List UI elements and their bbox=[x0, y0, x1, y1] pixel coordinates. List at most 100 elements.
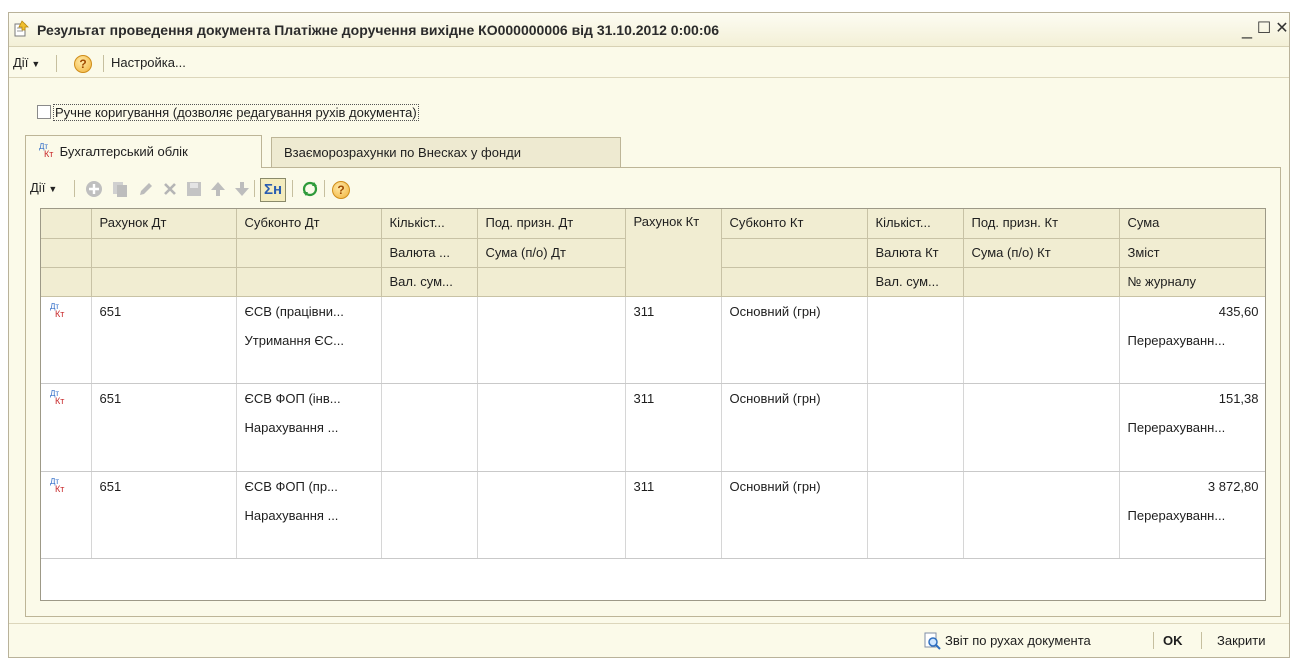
cell-tax-attr-kt[interactable] bbox=[963, 471, 1120, 501]
cell-empty bbox=[867, 354, 964, 384]
edit-icon[interactable] bbox=[136, 180, 156, 200]
cell-tax-attr-kt[interactable] bbox=[963, 383, 1120, 413]
cell-debit-account[interactable]: 651 bbox=[91, 383, 237, 413]
col-currency-amount-dt-header[interactable]: Вал. сум... bbox=[381, 267, 478, 297]
col-header-empty bbox=[91, 238, 237, 268]
table-row[interactable]: Нарахування ... Перерахуванн... bbox=[41, 500, 1265, 530]
cell-quantity-kt[interactable] bbox=[867, 471, 964, 501]
save-icon[interactable] bbox=[184, 180, 204, 200]
cell-amount[interactable]: 151,38 bbox=[1119, 383, 1265, 413]
col-amount-header[interactable]: Сума bbox=[1119, 209, 1265, 239]
cell-tax-attr-dt[interactable] bbox=[477, 383, 626, 413]
col-header-empty bbox=[236, 238, 382, 268]
table-row[interactable]: Дт Кт 651 ЄСВ ФОП (інв... 311 Основний (г… bbox=[41, 383, 1265, 413]
cell-subconto-dt[interactable]: ЄСВ ФОП (інв... bbox=[236, 383, 382, 413]
cell-debit-account[interactable]: 651 bbox=[91, 296, 237, 326]
cell-empty bbox=[41, 413, 92, 442]
report-icon[interactable] bbox=[923, 632, 941, 653]
cell-subconto-dt[interactable] bbox=[236, 529, 382, 559]
dt-kt-icon: Дт Кт bbox=[41, 471, 92, 501]
cell-content[interactable]: Перерахуванн... bbox=[1119, 413, 1265, 442]
tab-fund-contributions[interactable]: Взаєморозрахунки по Внесках у фонди bbox=[271, 137, 621, 169]
maximize-icon[interactable]: ☐ bbox=[1254, 18, 1274, 40]
cell-subconto-kt[interactable]: Основний (грн) bbox=[721, 383, 868, 413]
copy-icon[interactable] bbox=[110, 180, 130, 200]
col-quantity-dt-header[interactable]: Кількіст... bbox=[381, 209, 478, 239]
cell-content[interactable]: Перерахуванн... bbox=[1119, 325, 1265, 355]
totals-icon[interactable]: Σн bbox=[260, 178, 286, 202]
col-currency-dt-header[interactable]: Валюта ... bbox=[381, 238, 478, 268]
cell-journal-number[interactable] bbox=[1119, 529, 1265, 559]
move-down-icon[interactable] bbox=[232, 180, 252, 200]
cell-quantity-dt[interactable] bbox=[381, 383, 478, 413]
cell-amount[interactable]: 3 872,80 bbox=[1119, 471, 1265, 501]
cell-tax-attr-dt[interactable] bbox=[477, 471, 626, 501]
table-row[interactable]: Дт Кт 651 ЄСВ (працівни... 311 Основний (… bbox=[41, 296, 1265, 326]
col-currency-kt-header[interactable]: Валюта Кт bbox=[867, 238, 964, 268]
col-currency-amount-kt-header[interactable]: Вал. сум... bbox=[867, 267, 964, 297]
cell-subconto-dt[interactable]: ЄСВ (працівни... bbox=[236, 296, 382, 326]
cell-subconto-dt[interactable]: Нарахування ... bbox=[236, 500, 382, 530]
col-subconto-kt-header[interactable]: Субконто Кт bbox=[721, 209, 868, 239]
col-tax-amount-kt-header[interactable]: Сума (п/о) Кт bbox=[963, 238, 1120, 268]
table-row[interactable]: Нарахування ... Перерахуванн... bbox=[41, 413, 1265, 442]
add-icon[interactable] bbox=[84, 180, 104, 200]
cell-journal-number[interactable] bbox=[1119, 442, 1265, 472]
grid-actions-menu[interactable]: Дії ▼ bbox=[30, 180, 57, 195]
settings-menu[interactable]: Настройка... bbox=[111, 55, 186, 70]
cell-tax-attr-dt[interactable] bbox=[477, 296, 626, 326]
movements-report-button[interactable]: Звіт по рухах документа bbox=[945, 633, 1091, 648]
table-row[interactable] bbox=[41, 529, 1265, 559]
col-debit-account-header[interactable]: Рахунок Дт bbox=[91, 209, 237, 239]
cell-tax-attr-kt[interactable] bbox=[963, 296, 1120, 326]
cell-quantity-dt[interactable] bbox=[381, 296, 478, 326]
cell-subconto-dt[interactable] bbox=[236, 442, 382, 472]
table-row[interactable] bbox=[41, 442, 1265, 472]
chevron-down-icon: ▼ bbox=[48, 184, 58, 194]
manual-edit-checkbox[interactable] bbox=[37, 105, 51, 119]
delete-icon[interactable] bbox=[160, 180, 180, 200]
col-journal-number-header[interactable]: № журналу bbox=[1119, 267, 1265, 297]
cell-subconto-dt[interactable]: Утримання ЄС... bbox=[236, 325, 382, 355]
ok-button[interactable]: OK bbox=[1163, 633, 1183, 648]
cell-empty bbox=[41, 500, 92, 530]
col-subconto-dt-header[interactable]: Субконто Дт bbox=[236, 209, 382, 239]
cell-debit-account[interactable]: 651 bbox=[91, 471, 237, 501]
cell-quantity-dt[interactable] bbox=[381, 471, 478, 501]
col-tax-attr-kt-header[interactable]: Под. призн. Кт bbox=[963, 209, 1120, 239]
cell-journal-number[interactable] bbox=[1119, 354, 1265, 384]
move-up-icon[interactable] bbox=[208, 180, 228, 200]
cell-subconto-kt[interactable]: Основний (грн) bbox=[721, 296, 868, 326]
header-row: Рахунок Дт Субконто Дт Кількіст... Под. … bbox=[41, 209, 1265, 297]
cell-quantity-kt[interactable] bbox=[867, 296, 964, 326]
cell-subconto-kt[interactable]: Основний (грн) bbox=[721, 471, 868, 501]
tab-accounting[interactable]: Дт Кт Бухгалтерський облік bbox=[25, 135, 262, 168]
cell-subconto-dt[interactable]: Нарахування ... bbox=[236, 413, 382, 442]
col-content-header[interactable]: Зміст bbox=[1119, 238, 1265, 268]
cell-credit-account[interactable]: 311 bbox=[625, 383, 722, 413]
cell-quantity-kt[interactable] bbox=[867, 383, 964, 413]
col-credit-account-header[interactable]: Рахунок Кт bbox=[625, 209, 722, 297]
table-row[interactable]: Утримання ЄС... Перерахуванн... bbox=[41, 325, 1265, 355]
cell-subconto-dt[interactable] bbox=[236, 354, 382, 384]
cell-subconto-dt[interactable]: ЄСВ ФОП (пр... bbox=[236, 471, 382, 501]
close-icon[interactable]: ✕ bbox=[1272, 18, 1292, 40]
cell-credit-account[interactable]: 311 bbox=[625, 471, 722, 501]
refresh-icon[interactable] bbox=[300, 180, 320, 200]
help-icon[interactable]: ? bbox=[332, 181, 350, 199]
cell-empty bbox=[721, 413, 868, 442]
cell-content[interactable]: Перерахуванн... bbox=[1119, 500, 1265, 530]
cell-empty bbox=[867, 413, 964, 442]
actions-menu[interactable]: Дії ▼ bbox=[13, 55, 40, 70]
help-icon[interactable]: ? bbox=[74, 55, 92, 73]
close-button[interactable]: Закрити bbox=[1217, 633, 1265, 648]
cell-credit-account[interactable]: 311 bbox=[625, 296, 722, 326]
table-row[interactable]: Дт Кт 651 ЄСВ ФОП (пр... 311 Основний (гр… bbox=[41, 471, 1265, 501]
cell-amount[interactable]: 435,60 bbox=[1119, 296, 1265, 326]
movements-table: Рахунок Дт Субконто Дт Кількіст... Под. … bbox=[41, 209, 1265, 559]
table-row[interactable] bbox=[41, 354, 1265, 384]
col-tax-amount-dt-header[interactable]: Сума (п/о) Дт bbox=[477, 238, 626, 268]
col-tax-attr-dt-header[interactable]: Под. призн. Дт bbox=[477, 209, 626, 239]
manual-edit-row[interactable]: Ручне коригування (дозволяє редагування … bbox=[37, 104, 419, 121]
col-quantity-kt-header[interactable]: Кількіст... bbox=[867, 209, 964, 239]
